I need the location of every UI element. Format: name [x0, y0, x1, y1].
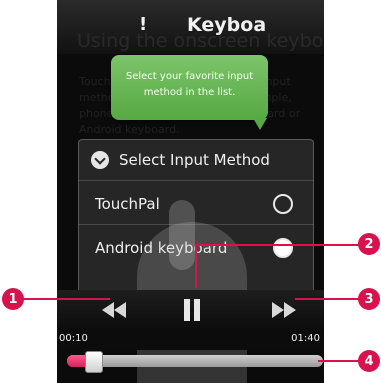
seek-thumb[interactable]	[85, 351, 103, 373]
dialog-title: Select Input Method	[119, 151, 270, 169]
rewind-button[interactable]	[89, 290, 139, 330]
hint-tooltip: Select your favorite input method in the…	[111, 55, 268, 120]
rewind-icon	[102, 302, 126, 318]
callout-4: 4	[358, 350, 380, 372]
dialog-header: Select Input Method	[79, 140, 313, 181]
callout-line-2b	[195, 244, 197, 288]
background-heading: Using the onscreen keyboard	[77, 30, 324, 52]
playback-controls	[57, 290, 324, 330]
callout-line-2a	[195, 244, 365, 246]
radio-button[interactable]	[273, 194, 293, 214]
option-touchpal[interactable]: TouchPal	[79, 182, 313, 226]
callout-2: 2	[358, 233, 380, 255]
tooltip-pointer	[253, 118, 267, 130]
pause-button[interactable]	[167, 290, 217, 330]
fast-forward-button[interactable]	[259, 290, 309, 330]
callout-3: 3	[358, 288, 380, 310]
radio-button[interactable]	[273, 238, 293, 258]
pause-icon	[184, 299, 200, 321]
option-label: TouchPal	[95, 195, 160, 213]
seek-bar[interactable]	[67, 351, 323, 373]
finger-overlay	[169, 200, 195, 270]
callout-line-3	[295, 298, 365, 300]
time-row: 00:10 01:40	[57, 330, 324, 350]
callout-1: 1	[2, 288, 24, 310]
callout-line-1	[20, 298, 110, 300]
elapsed-time: 00:10	[59, 333, 88, 344]
tooltip-text: Select your favorite input method in the…	[125, 71, 254, 98]
fast-forward-icon	[272, 302, 296, 318]
chevron-down-icon	[91, 151, 109, 169]
total-time: 01:40	[291, 333, 320, 344]
